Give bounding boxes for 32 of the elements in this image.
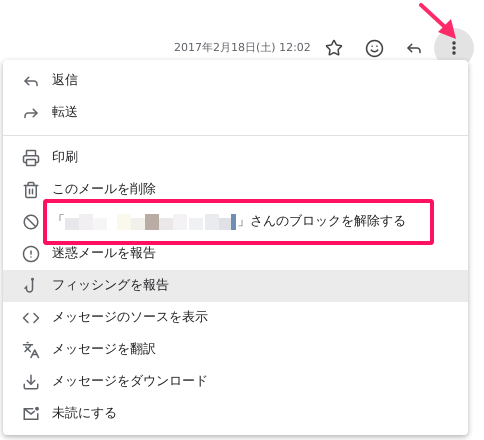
menu-item[interactable]: 「 」さんのブロックを解除する bbox=[3, 206, 468, 238]
menu-item[interactable]: 印刷 bbox=[3, 142, 468, 174]
menu-item[interactable]: 未読にする bbox=[3, 398, 468, 430]
bracket-text: 「 bbox=[52, 213, 65, 232]
printer-icon bbox=[22, 149, 40, 167]
more-icon bbox=[452, 41, 456, 55]
download-icon bbox=[22, 373, 40, 391]
menu-item-label: 転送 bbox=[52, 104, 78, 122]
trash-icon bbox=[22, 181, 40, 199]
menu-item[interactable]: 転送 bbox=[3, 97, 468, 129]
menu-item[interactable]: フィッシングを報告 bbox=[3, 270, 468, 302]
translate-icon bbox=[22, 341, 40, 359]
menu-item-label: 迷惑メールを報告 bbox=[52, 245, 156, 264]
menu-item[interactable]: メッセージを翻訳 bbox=[3, 334, 468, 366]
envelope-dot-icon bbox=[22, 405, 40, 423]
menu-item[interactable]: 返信 bbox=[3, 65, 468, 97]
menu-item-label: 未読にする bbox=[52, 405, 117, 424]
menu-item[interactable]: メッセージをダウンロード bbox=[3, 366, 468, 398]
alert-icon bbox=[22, 245, 40, 263]
menu-item-label: このメールを削除 bbox=[52, 181, 156, 200]
menu-item-label: メッセージのソースを表示 bbox=[52, 309, 208, 328]
menu-item-label: メッセージをダウンロード bbox=[52, 373, 208, 392]
menu-item-label: 印刷 bbox=[52, 149, 78, 168]
menu-item-label: 」さんのブロックを解除する bbox=[237, 213, 406, 232]
blocked-icon bbox=[22, 213, 40, 231]
smiley-icon bbox=[364, 38, 384, 58]
star-icon bbox=[325, 39, 343, 57]
menu-item-label: 返信 bbox=[52, 72, 78, 90]
menu-item[interactable]: メッセージのソースを表示 bbox=[3, 302, 468, 334]
menu-item-label: メッセージを翻訳 bbox=[52, 341, 156, 360]
date-text: 2017年2月18日(土) 12:02 bbox=[174, 40, 312, 56]
menu-item-label: フィッシングを報告 bbox=[52, 277, 169, 296]
